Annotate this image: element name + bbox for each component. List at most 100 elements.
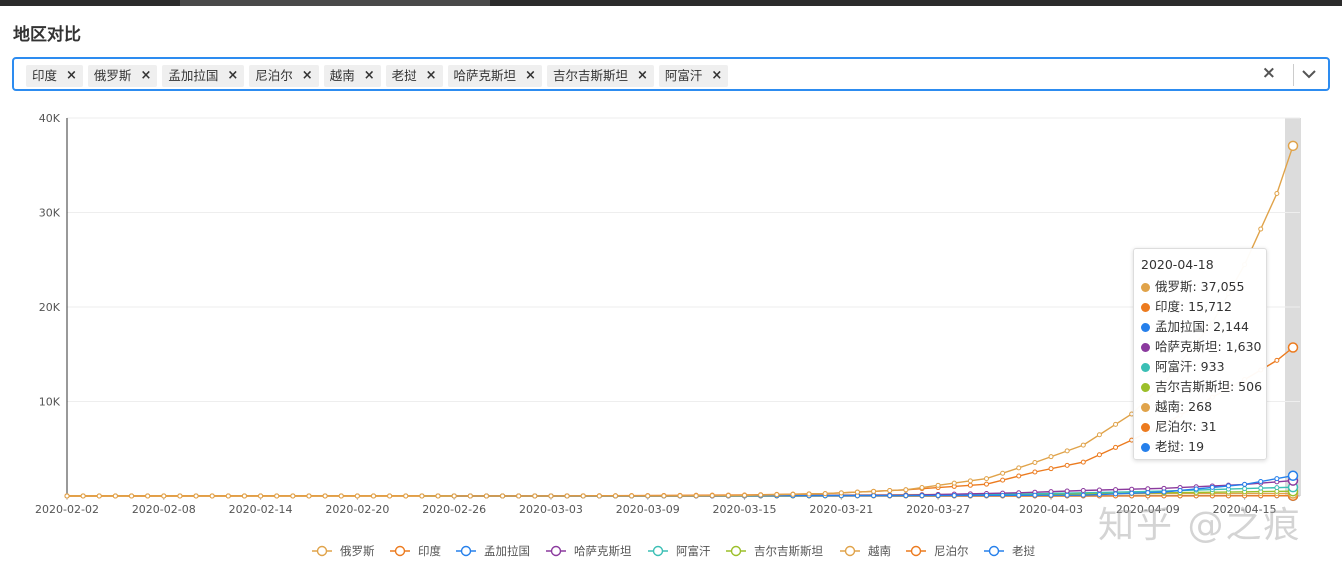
tooltip-row-label: 老挝: 19 bbox=[1155, 439, 1205, 454]
series-point bbox=[645, 493, 651, 499]
series-point bbox=[758, 492, 764, 498]
series-point bbox=[984, 476, 989, 482]
series-point bbox=[306, 493, 312, 499]
series-point bbox=[274, 493, 280, 499]
y-tick-label: 30K bbox=[39, 207, 61, 220]
tag-remove-icon[interactable]: × bbox=[140, 65, 151, 87]
legend-marker bbox=[550, 545, 562, 557]
series-point bbox=[1113, 444, 1119, 450]
series-point-highlighted bbox=[1287, 470, 1299, 481]
tooltip-row-label: 孟加拉国: 2,144 bbox=[1155, 319, 1249, 334]
series-point bbox=[790, 491, 796, 497]
series-point-highlighted bbox=[1287, 140, 1299, 152]
series-point bbox=[1048, 492, 1054, 498]
series-point bbox=[984, 481, 989, 487]
series-point bbox=[1080, 492, 1086, 498]
top-tab-strip bbox=[180, 0, 490, 6]
series-point bbox=[1080, 442, 1086, 448]
tag-remove-icon[interactable]: × bbox=[637, 65, 648, 87]
series-point bbox=[774, 492, 780, 498]
series-point bbox=[1274, 476, 1280, 482]
series-point bbox=[64, 493, 70, 499]
series-point bbox=[887, 488, 893, 494]
series-point bbox=[548, 493, 554, 499]
series-point bbox=[241, 493, 247, 499]
tooltip-row-label: 吉尔吉斯斯坦: 506 bbox=[1155, 379, 1263, 394]
series-point bbox=[1209, 484, 1215, 490]
series-point bbox=[903, 487, 909, 493]
series-point bbox=[1032, 492, 1038, 498]
selected-tag: 印度 × bbox=[26, 65, 83, 87]
x-tick-label: 2020-04-03 bbox=[1019, 503, 1083, 516]
series-point bbox=[209, 493, 215, 499]
series-point bbox=[1096, 452, 1102, 458]
legend-marker bbox=[910, 545, 922, 557]
series-point bbox=[951, 493, 957, 499]
tag-remove-icon[interactable]: × bbox=[525, 65, 536, 87]
series-point bbox=[967, 492, 973, 498]
legend-label: 孟加拉国 bbox=[484, 544, 530, 558]
series-point bbox=[483, 493, 489, 499]
y-tick-label: 20K bbox=[39, 301, 61, 314]
series-point bbox=[1242, 486, 1248, 492]
series-point bbox=[467, 493, 473, 499]
series-point bbox=[1048, 454, 1054, 460]
series-point bbox=[580, 493, 586, 499]
x-tick-label: 2020-02-02 bbox=[35, 503, 99, 516]
legend-label: 尼泊尔 bbox=[934, 544, 969, 558]
series-point bbox=[435, 493, 441, 499]
tag-remove-icon[interactable]: × bbox=[66, 65, 77, 87]
series-point bbox=[1258, 478, 1264, 484]
tag-label: 孟加拉国 bbox=[168, 68, 219, 83]
tag-remove-icon[interactable]: × bbox=[302, 65, 313, 87]
legend-marker bbox=[316, 545, 328, 557]
selected-tag: 哈萨克斯坦 × bbox=[447, 65, 542, 87]
legend-marker bbox=[460, 545, 472, 557]
chart-tooltip: 2020-04-18 俄罗斯: 37,055 印度: 15,712 孟加拉国: 2,… bbox=[1133, 248, 1267, 460]
series-point bbox=[935, 493, 941, 499]
watermark-text: 知乎 @之痕 bbox=[1098, 505, 1302, 546]
series-point bbox=[387, 493, 393, 499]
series-point bbox=[1161, 489, 1167, 495]
series-point bbox=[919, 493, 925, 499]
series-point bbox=[145, 493, 151, 499]
tooltip-row: 哈萨克斯坦: 1,630 bbox=[1141, 337, 1266, 357]
series-point bbox=[1177, 487, 1183, 493]
series-point bbox=[1080, 459, 1086, 465]
tooltip-series-dot bbox=[1141, 342, 1150, 352]
series-point bbox=[1096, 487, 1102, 493]
chevron-down-icon[interactable] bbox=[1300, 65, 1318, 83]
tag-label: 印度 bbox=[32, 68, 58, 83]
clear-all-icon[interactable]: × bbox=[1262, 63, 1276, 83]
series-point bbox=[709, 493, 715, 499]
series-point bbox=[629, 493, 635, 499]
selected-tags: 印度 × 俄罗斯 × 孟加拉国 × 尼泊尔 × 越南 × 老挝 × 哈萨克斯坦 × 吉尔吉斯斯坦 × 阿富汗 × bbox=[26, 65, 729, 87]
tag-remove-icon[interactable]: × bbox=[426, 65, 437, 87]
series-point bbox=[1274, 357, 1280, 363]
series-point bbox=[661, 493, 667, 499]
series-point bbox=[451, 493, 457, 499]
series-point bbox=[871, 493, 877, 499]
region-multiselect[interactable]: 印度 × 俄罗斯 × 孟加拉国 × 尼泊尔 × 越南 × 老挝 × 哈萨克斯坦 × 吉尔吉斯斯坦 × 阿富汗 × … bbox=[12, 57, 1330, 91]
tag-label: 老挝 bbox=[391, 68, 417, 83]
series-point bbox=[1242, 481, 1248, 487]
series-point bbox=[532, 493, 538, 499]
series-point bbox=[871, 488, 877, 494]
tag-remove-icon[interactable]: × bbox=[711, 65, 722, 87]
series-point bbox=[1064, 462, 1070, 468]
tag-remove-icon[interactable]: × bbox=[364, 65, 375, 87]
tooltip-row: 印度: 15,712 bbox=[1141, 297, 1266, 317]
series-point bbox=[1193, 486, 1199, 492]
series-point bbox=[161, 493, 167, 499]
tooltip-series-dot bbox=[1141, 302, 1150, 312]
tooltip-series-dot bbox=[1141, 362, 1150, 372]
tag-remove-icon[interactable]: × bbox=[227, 65, 238, 87]
top-window-strip bbox=[0, 0, 1342, 6]
tooltip-row: 孟加拉国: 2,144 bbox=[1141, 317, 1266, 337]
tag-label: 吉尔吉斯斯坦 bbox=[552, 68, 628, 83]
page-title: 地区对比 bbox=[13, 25, 81, 45]
series-point bbox=[1113, 487, 1119, 493]
series-point bbox=[612, 493, 618, 499]
x-tick-label: 2020-03-27 bbox=[906, 503, 970, 516]
series-point bbox=[177, 493, 183, 499]
